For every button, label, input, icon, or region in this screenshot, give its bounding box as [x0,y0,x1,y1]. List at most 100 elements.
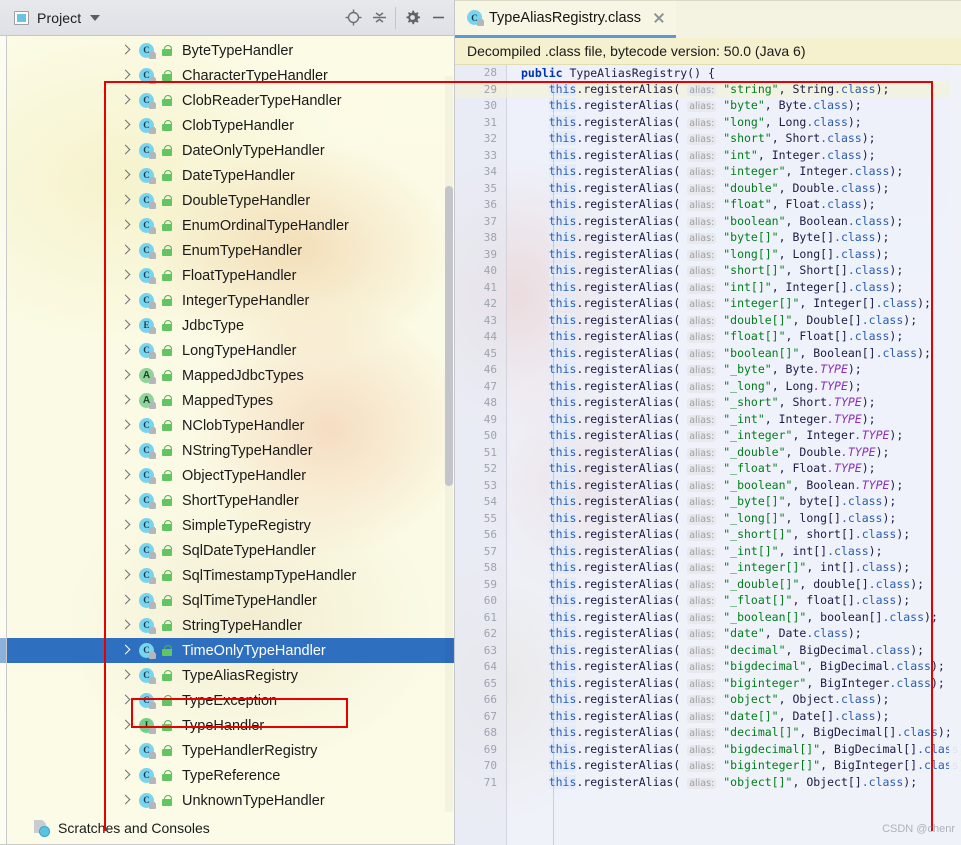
lock-icon [161,344,174,358]
chevron-right-icon[interactable] [120,445,132,457]
chevron-right-icon[interactable] [120,495,132,507]
tree-item-charactertypehandler[interactable]: C CharacterTypeHandler [0,63,455,88]
class-field: .class [820,197,862,211]
chevron-right-icon[interactable] [120,45,132,57]
tree-item-integertypehandler[interactable]: C IntegerTypeHandler [0,288,455,313]
chevron-right-icon[interactable] [120,345,132,357]
chevron-right-icon[interactable] [120,770,132,782]
tree-item-typehandler[interactable]: I TypeHandler [0,713,455,738]
close-icon[interactable] [652,11,666,25]
line-number: 32 [483,132,497,145]
tree-item-jdbctype[interactable]: E JdbcType [0,313,455,338]
chevron-right-icon[interactable] [120,720,132,732]
tree-item-timeonlytypehandler[interactable]: C TimeOnlyTypeHandler [0,638,455,663]
chevron-right-icon[interactable] [120,620,132,632]
line-number: 64 [483,660,497,673]
tree-item-enumordinaltypehandler[interactable]: C EnumOrdinalTypeHandler [0,213,455,238]
chevron-right-icon[interactable] [120,270,132,282]
code-line: 69 this.registerAlias( alias: "bigdecima… [455,741,961,759]
class-field: .class [854,593,897,607]
chevron-right-icon[interactable] [120,470,132,482]
tree-item-shorttypehandler[interactable]: C ShortTypeHandler [0,488,455,513]
tree-item-sqltimetypehandler[interactable]: C SqlTimeTypeHandler [0,588,455,613]
parameter-hint: alias: [687,513,717,525]
code-line: 71 this.registerAlias( alias: "object[]"… [455,774,961,792]
tree-item-enumtypehandler[interactable]: C EnumTypeHandler [0,238,455,263]
tree-item-doubletypehandler[interactable]: C DoubleTypeHandler [0,188,455,213]
chevron-right-icon[interactable] [120,395,132,407]
tree-item-longtypehandler[interactable]: C LongTypeHandler [0,338,455,363]
tree-item-unknowntypehandler[interactable]: C UnknownTypeHandler [0,788,455,812]
chevron-right-icon[interactable] [120,195,132,207]
constructor-signature: TypeAliasRegistry() { [562,66,715,80]
alias-string: "_byte" [723,362,772,376]
tree-item-bytetypehandler[interactable]: C ByteTypeHandler [0,38,455,63]
tree-item-clobtypehandler[interactable]: C ClobTypeHandler [0,113,455,138]
chevron-right-icon[interactable] [120,795,132,807]
tree-item-simpletyperegistry[interactable]: C SimpleTypeRegistry [0,513,455,538]
chevron-right-icon[interactable] [120,95,132,107]
class-field: .class [868,642,911,657]
chevron-down-icon[interactable] [90,14,101,21]
minimize-icon[interactable] [425,5,451,31]
chevron-right-icon[interactable] [120,570,132,582]
method-call: .registerAlias( [576,774,681,789]
editor-vertical-scrollbar[interactable] [949,65,961,845]
alias-string: "bigdecimal[]" [723,741,821,756]
lock-icon [161,769,174,783]
chevron-right-icon[interactable] [120,370,132,382]
gear-icon[interactable] [399,5,425,31]
tree-item-mappedtypes[interactable]: A MappedTypes [0,388,455,413]
tree-item-nclobtypehandler[interactable]: C NClobTypeHandler [0,413,455,438]
tree-item-datetypehandler[interactable]: C DateTypeHandler [0,163,455,188]
tree-item-sqldatetypehandler[interactable]: C SqlDateTypeHandler [0,538,455,563]
line-number: 49 [483,412,497,426]
tree-item-typehandlerregistry[interactable]: C TypeHandlerRegistry [0,738,455,763]
tree-item-stringtypehandler[interactable]: C StringTypeHandler [0,613,455,638]
chevron-right-icon[interactable] [120,595,132,607]
tree-item-floattypehandler[interactable]: C FloatTypeHandler [0,263,455,288]
chevron-right-icon[interactable] [120,295,132,307]
tree-item-sqltimestamptypehandler[interactable]: C SqlTimestampTypeHandler [0,563,455,588]
line-number: 61 [483,610,497,624]
tree-item-typereference[interactable]: C TypeReference [0,763,455,788]
tree-item-clobreadertypehandler[interactable]: C ClobReaderTypeHandler [0,88,455,113]
editor-top-divider [455,0,961,1]
chevron-right-icon[interactable] [120,645,132,657]
scrollbar-thumb[interactable] [445,186,453,486]
chevron-right-icon[interactable] [120,520,132,532]
chevron-right-icon[interactable] [120,320,132,332]
tree-item-label: MappedTypes [182,392,274,409]
tree-item-nstringtypehandler[interactable]: C NStringTypeHandler [0,438,455,463]
lock-icon [161,469,174,483]
tab-typealiasregistry-class[interactable]: C TypeAliasRegistry.class [455,0,677,38]
code-line: 42 this.registerAlias( alias: "integer[]… [455,296,961,313]
lock-icon [161,619,174,633]
chevron-right-icon[interactable] [120,170,132,182]
chevron-right-icon[interactable] [120,145,132,157]
chevron-right-icon[interactable] [120,245,132,257]
locate-icon[interactable] [340,5,366,31]
chevron-right-icon[interactable] [120,695,132,707]
chevron-right-icon[interactable] [120,545,132,557]
tree-item-typeexception[interactable]: C TypeException [0,688,455,713]
alias-string: "float[]" [723,329,786,343]
tree-item-objecttypehandler[interactable]: C ObjectTypeHandler [0,463,455,488]
chevron-right-icon[interactable] [120,670,132,682]
tree-item-mappedjdbctypes[interactable]: A MappedJdbcTypes [0,363,455,388]
tree-item-dateonlytypehandler[interactable]: C DateOnlyTypeHandler [0,138,455,163]
chevron-right-icon[interactable] [120,420,132,432]
chevron-right-icon[interactable] [120,120,132,132]
chevron-right-icon[interactable] [120,70,132,82]
chevron-right-icon[interactable] [120,745,132,757]
scratches-and-consoles-row[interactable]: Scratches and Consoles [0,812,455,844]
tab-label: TypeAliasRegistry.class [489,9,642,26]
tree-item-typealiasregistry[interactable]: C TypeAliasRegistry [0,663,455,688]
collapse-all-icon[interactable] [366,5,392,31]
scratches-icon [34,820,51,837]
project-tree-scroll[interactable]: C ByteTypeHandler C CharacterTypeHandler C Cl… [0,36,455,812]
chevron-right-icon[interactable] [120,220,132,232]
lock-icon [161,94,174,108]
code-editor-area[interactable]: 28 public TypeAliasRegistry() {29 this.re… [455,65,961,845]
tree-vertical-scrollbar[interactable] [445,76,453,812]
